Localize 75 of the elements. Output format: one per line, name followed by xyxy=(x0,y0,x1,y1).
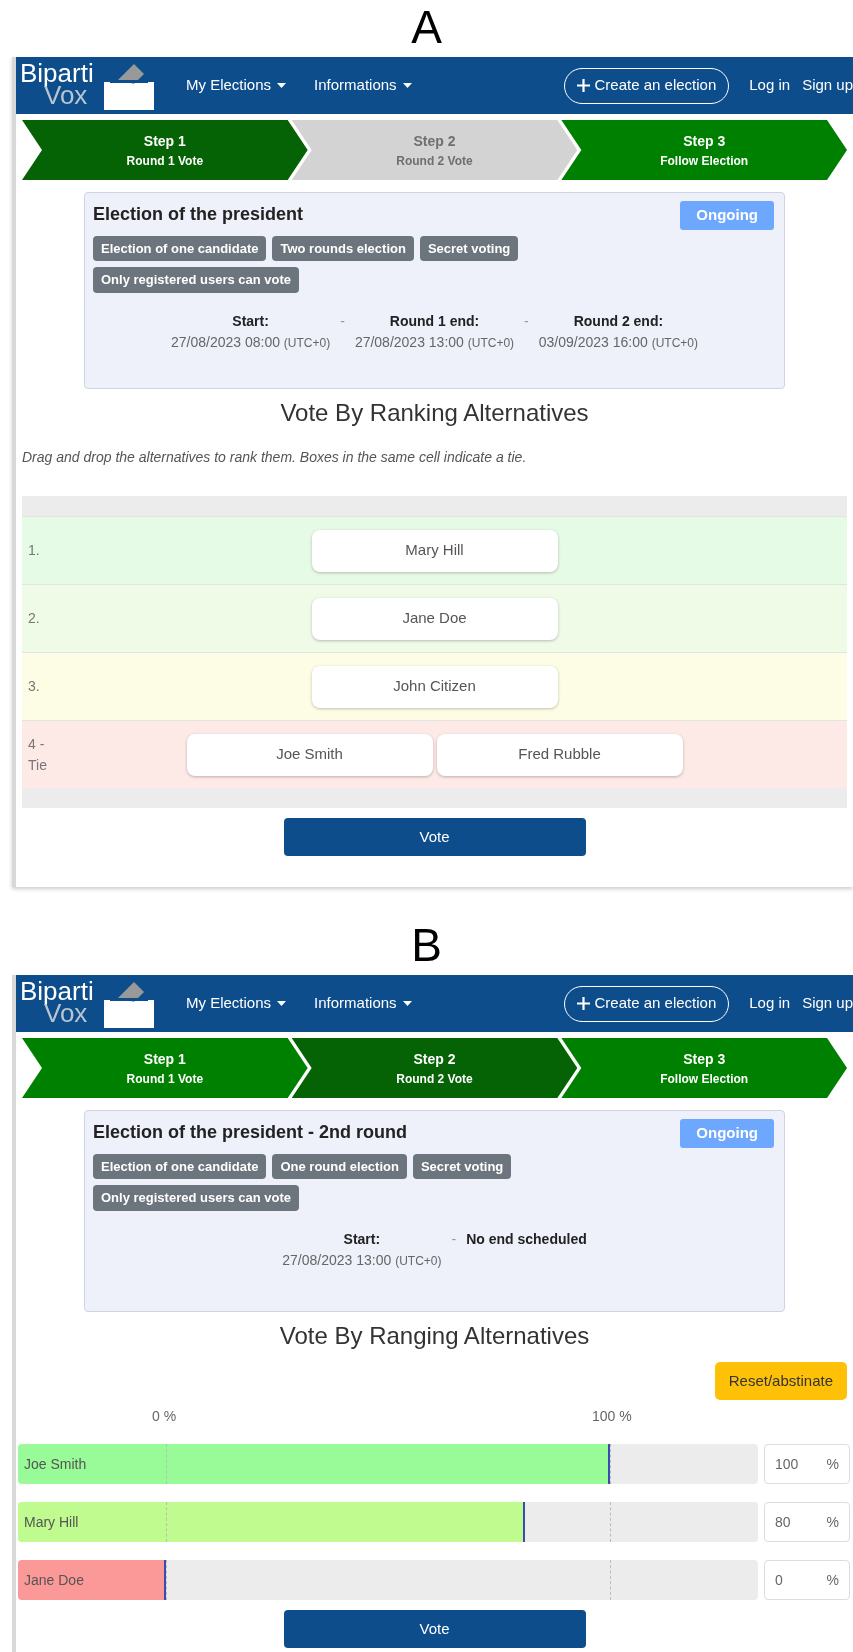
rank-label: 4 - Tie xyxy=(28,734,48,775)
election-tag: Election of one candidate xyxy=(93,1153,267,1179)
vote-heading: Vote By Ranging Alternatives xyxy=(278,1321,591,1351)
percent-input[interactable]: 80 % xyxy=(764,1502,850,1542)
vote-heading: Vote By Ranking Alternatives xyxy=(279,398,590,428)
scale-min-label: 0 % xyxy=(152,1407,177,1426)
step-tab[interactable]: Step 1 Round 1 Vote xyxy=(22,120,308,180)
candidate-chip[interactable]: John Citizen xyxy=(311,665,558,708)
election-title: Election of the president xyxy=(93,203,304,226)
logo-text: Biparti xyxy=(20,978,94,1004)
plus-icon xyxy=(576,79,590,92)
range-fill[interactable] xyxy=(18,1560,166,1600)
percent-input[interactable]: 0 % xyxy=(764,1560,850,1600)
election-tag: Two rounds election xyxy=(272,235,414,261)
panel-label: B xyxy=(410,920,443,973)
caret-icon xyxy=(402,1001,412,1006)
date-value: 27/08/2023 13:00 (UTC+0) xyxy=(354,332,515,352)
vote-button[interactable]: Vote xyxy=(283,818,586,856)
ballot-box-icon xyxy=(104,982,154,1028)
reset-button[interactable]: Reset/abstinate xyxy=(714,1362,847,1400)
candidate-chip[interactable]: Joe Smith xyxy=(186,733,433,776)
signup-link[interactable]: Sign up xyxy=(802,74,853,97)
rank-label: 3. xyxy=(28,677,41,696)
separator-dash: - xyxy=(524,311,529,331)
percent-input[interactable]: 100 % xyxy=(764,1444,850,1484)
nav-menu[interactable]: My Elections xyxy=(186,74,287,97)
plus-icon xyxy=(576,997,590,1010)
election-tag: Election of one candidate xyxy=(93,235,267,261)
logo[interactable]: Biparti Vox xyxy=(18,976,158,1031)
nav-menu[interactable]: Informations xyxy=(314,74,412,97)
election-tag: Secret voting xyxy=(419,235,519,261)
date-label: Start: xyxy=(343,1229,381,1249)
date-label: Round 1 end: xyxy=(389,311,480,331)
election-tag: One round election xyxy=(272,1153,407,1179)
caret-icon xyxy=(277,1001,287,1006)
date-label: Start: xyxy=(232,311,269,331)
election-title: Election of the president - 2nd round xyxy=(93,1121,407,1144)
step-tab[interactable]: Step 3 Follow Election xyxy=(561,120,847,180)
election-tag: Only registered users can vote xyxy=(93,267,300,293)
date-value: 27/08/2023 08:00 (UTC+0) xyxy=(170,332,331,352)
candidate-chip[interactable]: Fred Rubble xyxy=(436,733,683,776)
candidate-name: Jane Doe xyxy=(24,1571,84,1590)
election-tag: Secret voting xyxy=(412,1153,512,1179)
panel-label: A xyxy=(410,0,443,55)
caret-icon xyxy=(277,83,287,88)
login-link[interactable]: Log in xyxy=(749,74,791,97)
scale-max-label: 100 % xyxy=(592,1407,632,1426)
status-badge: Ongoing xyxy=(680,201,774,230)
signup-link[interactable]: Sign up xyxy=(802,992,853,1015)
rank-label: 1. xyxy=(28,541,41,560)
date-label: Round 2 end: xyxy=(573,311,664,331)
candidate-name: Joe Smith xyxy=(24,1455,87,1474)
election-tag: Only registered users can vote xyxy=(93,1185,300,1211)
candidate-chip[interactable]: Mary Hill xyxy=(311,529,558,572)
caret-icon xyxy=(402,83,412,88)
date-value: 03/09/2023 16:00 (UTC+0) xyxy=(538,332,698,352)
vote-button[interactable]: Vote xyxy=(283,1610,586,1648)
nav-menu[interactable]: My Elections xyxy=(186,992,287,1015)
date-value: 27/08/2023 13:00 (UTC+0) xyxy=(282,1250,442,1270)
nav-menu[interactable]: Informations xyxy=(314,992,412,1015)
separator-dash: - xyxy=(340,311,345,331)
instruction-text: Drag and drop the alternatives to rank them. Boxes in the same cell indicate a tie. xyxy=(21,448,528,467)
step-tab[interactable]: Step 3 Follow Election xyxy=(561,1038,847,1098)
status-badge: Ongoing xyxy=(680,1119,774,1148)
date-label: No end scheduled xyxy=(466,1229,587,1249)
rank-label: 2. xyxy=(28,609,41,628)
logo[interactable]: Biparti Vox xyxy=(18,58,158,113)
separator-dash: - xyxy=(451,1229,457,1249)
step-tab[interactable]: Step 2 Round 2 Vote xyxy=(291,1038,578,1098)
logo-text: Biparti xyxy=(20,60,94,86)
ballot-box-icon xyxy=(104,64,154,110)
step-tab[interactable]: Step 1 Round 1 Vote xyxy=(22,1038,308,1098)
login-link[interactable]: Log in xyxy=(749,992,791,1015)
candidate-name: Mary Hill xyxy=(24,1513,79,1532)
candidate-chip[interactable]: Jane Doe xyxy=(311,597,558,640)
